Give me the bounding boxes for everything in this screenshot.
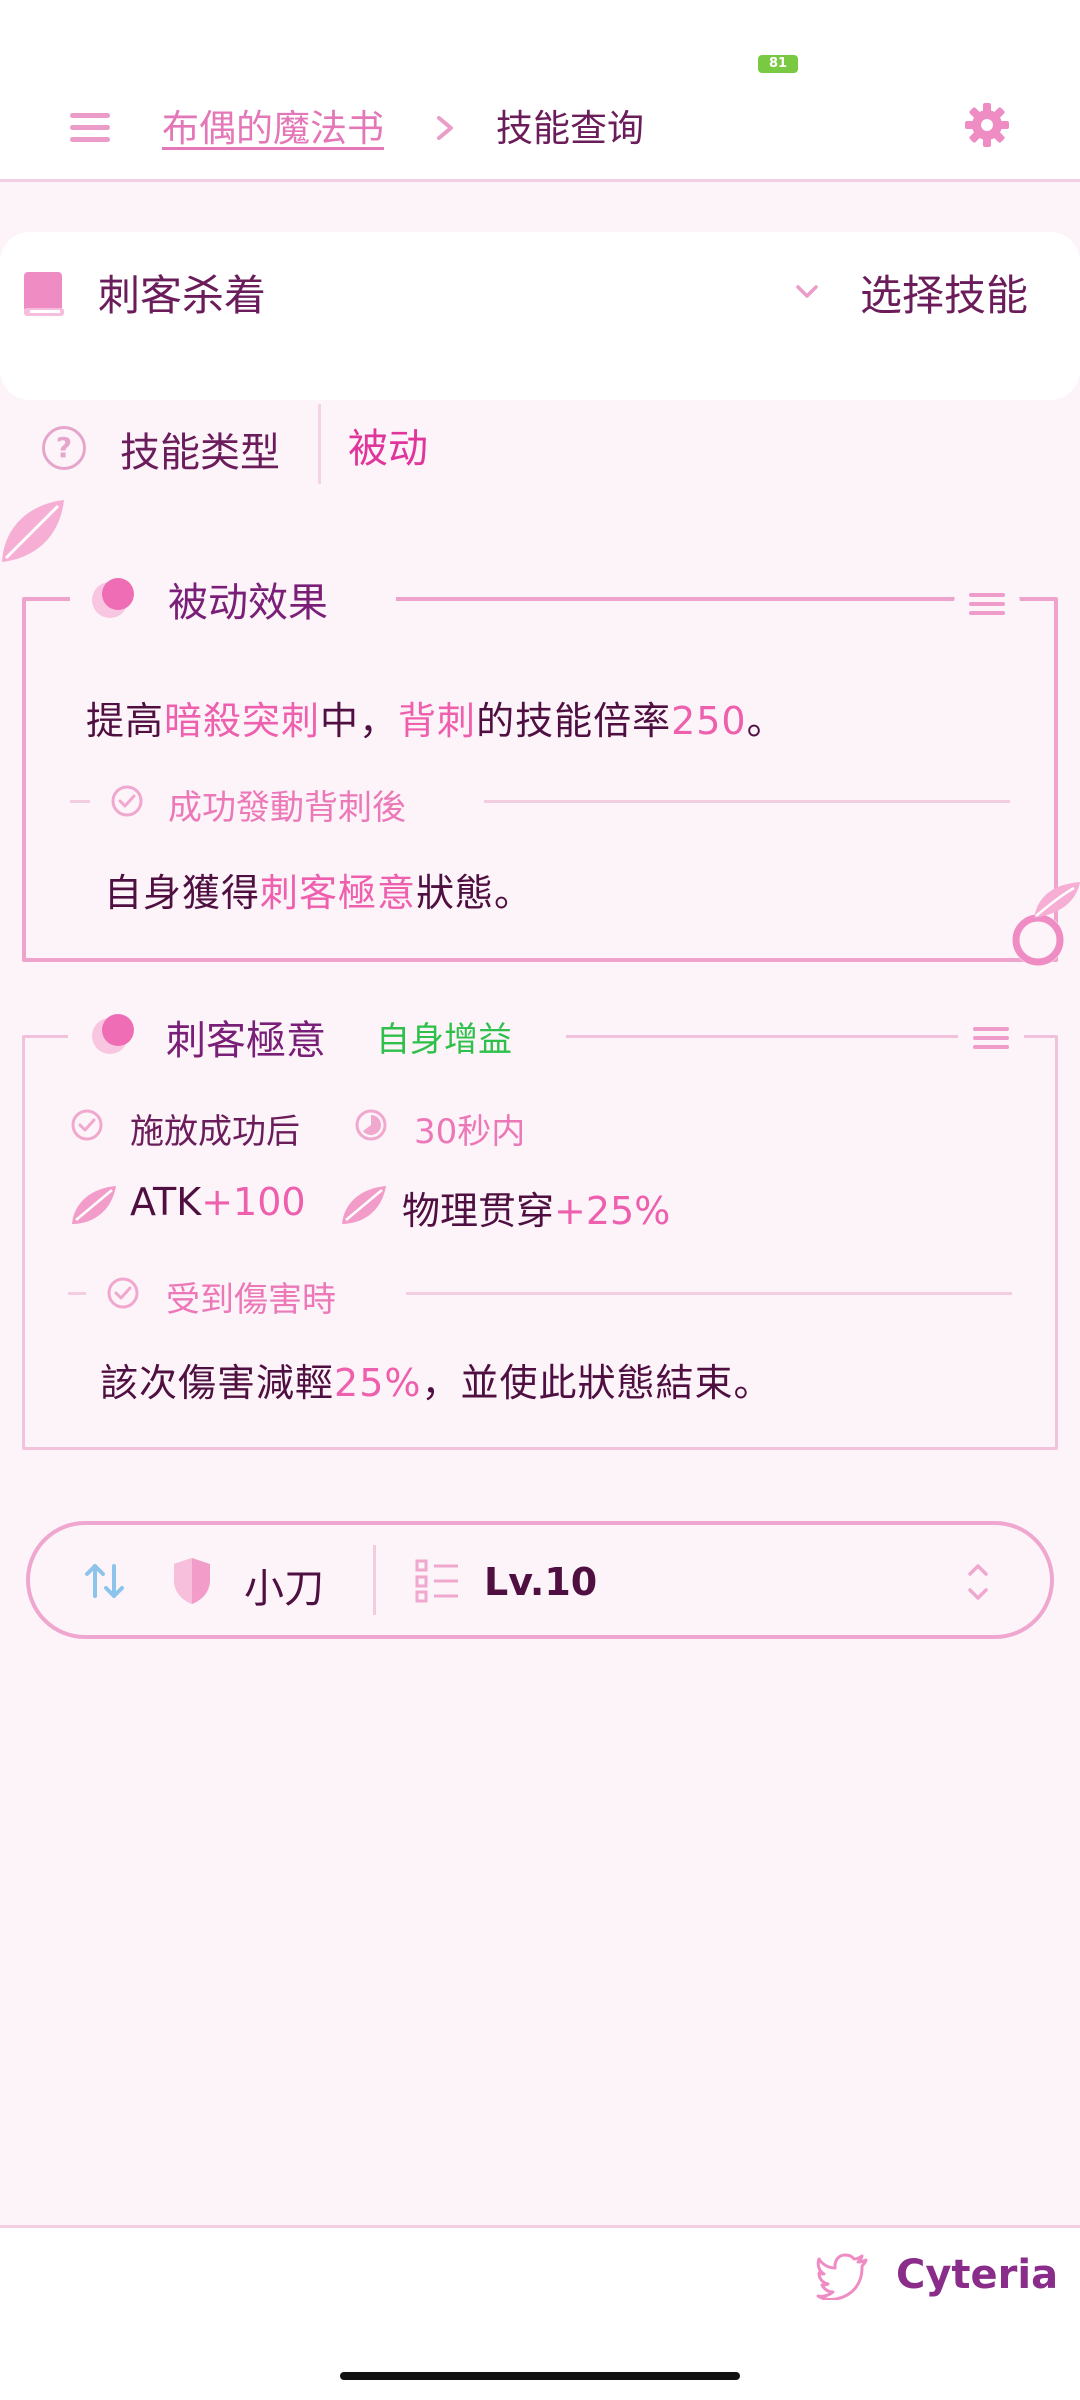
condition-text: 成功發動背刺後 bbox=[168, 788, 406, 828]
check-circle-icon bbox=[111, 785, 143, 817]
duration-text: 30秒内 bbox=[414, 1112, 526, 1152]
book-icon bbox=[24, 272, 64, 316]
menu-icon[interactable] bbox=[70, 113, 112, 147]
chevron-down-icon[interactable] bbox=[792, 280, 822, 304]
gear-icon[interactable] bbox=[962, 100, 1012, 150]
skill-type-label: 技能类型 bbox=[120, 430, 280, 476]
leaf-icon bbox=[342, 1186, 386, 1224]
home-indicator[interactable] bbox=[340, 2372, 740, 2380]
skill-link-assassinate: 暗殺突刺 bbox=[164, 699, 321, 743]
list-icon bbox=[415, 1559, 458, 1603]
hamburger-icon[interactable] bbox=[954, 571, 1020, 637]
divider bbox=[70, 800, 90, 803]
moon-icon bbox=[92, 1014, 134, 1054]
select-skill-button[interactable]: 选择技能 bbox=[860, 262, 1028, 323]
skill-level[interactable]: Lv.10 bbox=[484, 1560, 597, 1604]
divider bbox=[373, 1545, 376, 1615]
shield-icon bbox=[174, 1558, 210, 1604]
divider bbox=[318, 404, 321, 484]
brand-link[interactable]: Cyteria bbox=[896, 2252, 1058, 2298]
trigger-text: 施放成功后 bbox=[130, 1112, 300, 1152]
sort-icon[interactable] bbox=[82, 1560, 128, 1602]
chevron-right-icon bbox=[437, 116, 453, 140]
divider bbox=[68, 1292, 86, 1295]
stat-atk: ATK+100 bbox=[130, 1180, 306, 1224]
state-effect-line: 該次傷害減輕25%，並使此狀態結束。 bbox=[100, 1361, 773, 1405]
timer-icon bbox=[355, 1109, 387, 1141]
skill-link-backstab: 背刺 bbox=[398, 699, 477, 743]
breadcrumb-current: 技能查询 bbox=[496, 107, 644, 150]
check-circle-icon bbox=[107, 1277, 139, 1309]
selected-skill-name: 刺客杀着 bbox=[98, 271, 267, 320]
battery-indicator: 81 bbox=[758, 55, 798, 73]
buff-tag: 自身增益 bbox=[376, 1020, 512, 1060]
leaf-icon bbox=[72, 1186, 116, 1224]
weapon-type[interactable]: 小刀 bbox=[244, 1556, 324, 1614]
condition-text: 受到傷害時 bbox=[166, 1280, 336, 1320]
twitter-icon[interactable] bbox=[816, 2252, 870, 2300]
divider bbox=[484, 800, 1010, 803]
state-link: 刺客極意 bbox=[260, 871, 417, 915]
breadcrumb-parent-link[interactable]: 布偶的魔法书 bbox=[162, 98, 384, 152]
stat-penetration: 物理贯穿+25% bbox=[402, 1189, 671, 1233]
status-bar bbox=[0, 0, 1080, 100]
check-circle-icon bbox=[71, 1109, 103, 1141]
skill-type-value: 被动 bbox=[348, 426, 428, 472]
branch-leaf-icon bbox=[1012, 882, 1080, 966]
passive-effect-line1: 提高暗殺突刺中，背刺的技能倍率250。 bbox=[86, 699, 786, 743]
updown-icon[interactable] bbox=[960, 1560, 996, 1604]
leaf-icon bbox=[2, 500, 64, 562]
moon-icon bbox=[92, 578, 134, 618]
passive-effect-title: 被动效果 bbox=[168, 580, 328, 626]
hamburger-icon[interactable] bbox=[958, 1005, 1024, 1071]
state-effect-title: 刺客極意 bbox=[166, 1018, 326, 1064]
divider bbox=[406, 1292, 1012, 1295]
question-icon[interactable]: ? bbox=[42, 426, 86, 470]
passive-effect-line2: 自身獲得刺客極意狀態。 bbox=[104, 871, 534, 915]
